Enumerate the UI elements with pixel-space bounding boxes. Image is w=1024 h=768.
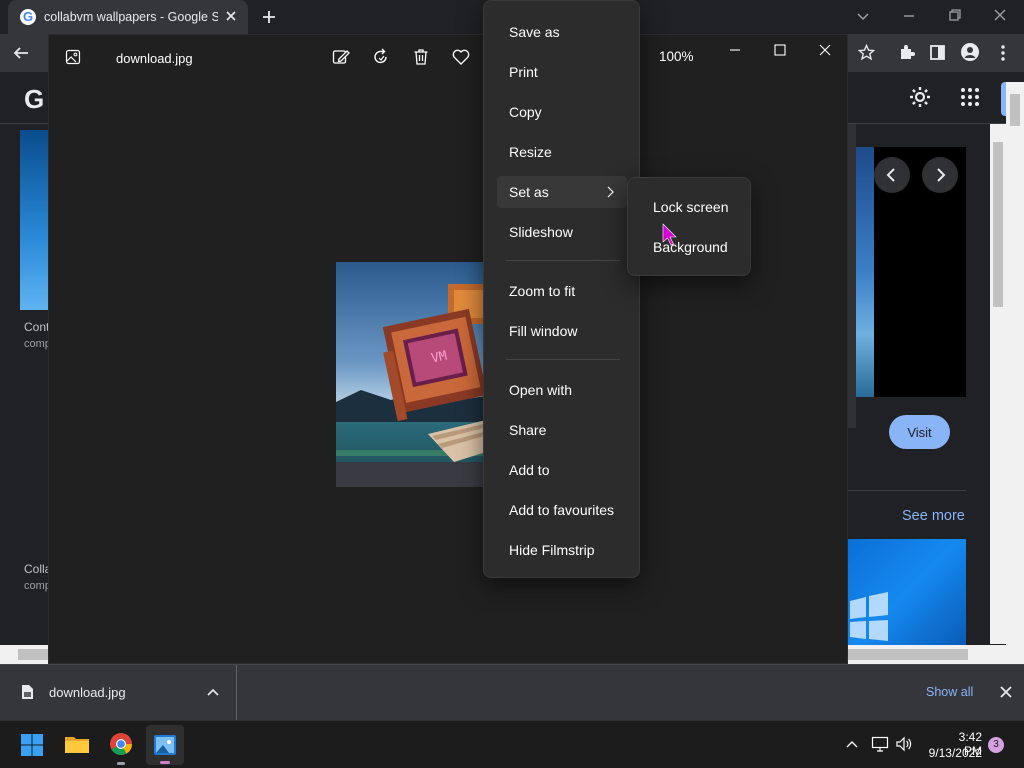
bookmark-star-icon[interactable]	[858, 44, 875, 61]
submenu-item-background[interactable]: Background	[632, 230, 746, 264]
network-icon[interactable]	[871, 736, 889, 752]
photos-taskbar-button[interactable]	[146, 725, 184, 765]
windows-taskbar: 3:42 PM 9/13/2022 3	[0, 720, 1024, 768]
tab-search-chevron-icon[interactable]	[856, 9, 870, 23]
scrollbar-thumb[interactable]	[1010, 94, 1020, 126]
file-icon	[21, 684, 34, 700]
menu-item-print[interactable]: Print	[497, 56, 627, 88]
set-as-submenu: Lock screen Background	[627, 177, 751, 276]
menu-item-hide-filmstrip[interactable]: Hide Filmstrip	[497, 534, 627, 566]
menu-item-slideshow[interactable]: Slideshow	[497, 216, 627, 248]
back-arrow-icon[interactable]	[12, 44, 30, 62]
chrome-app-icon[interactable]	[109, 732, 133, 756]
browser-restore-icon[interactable]	[948, 8, 962, 22]
menu-item-fill-window[interactable]: Fill window	[497, 315, 627, 347]
photos-app-icon	[65, 49, 81, 65]
photos-app-window: download.jpg 100% VM	[48, 34, 848, 664]
preview-image[interactable]	[856, 147, 874, 397]
menu-item-add-to-favourites[interactable]: Add to favourites	[497, 494, 627, 526]
side-panel-icon[interactable]	[929, 44, 946, 61]
show-hidden-icons-chevron-icon[interactable]	[845, 738, 859, 750]
menu-item-copy[interactable]: Copy	[497, 96, 627, 128]
preview-next-button[interactable]	[922, 157, 958, 193]
volume-speaker-icon[interactable]	[895, 736, 913, 752]
scrollbar-thumb[interactable]	[993, 142, 1003, 307]
close-downloads-icon[interactable]	[999, 685, 1013, 699]
browser-minimize-icon[interactable]	[902, 9, 916, 23]
mouse-cursor-icon	[662, 223, 678, 247]
photo-filename: download.jpg	[116, 51, 193, 66]
downloads-bar: download.jpg Show all	[0, 664, 1024, 720]
submenu-chevron-right-icon	[605, 186, 615, 198]
preview-panel-edge	[848, 124, 856, 428]
favourite-heart-icon[interactable]	[452, 49, 470, 65]
see-more-link[interactable]: See more	[902, 508, 965, 524]
submenu-item-lock-screen[interactable]: Lock screen	[632, 190, 746, 224]
windows-start-icon[interactable]	[20, 733, 44, 757]
notification-badge[interactable]: 3	[988, 737, 1004, 753]
photos-titlebar: download.jpg 100%	[49, 35, 847, 83]
zoom-level[interactable]: 100%	[659, 49, 694, 64]
photos-minimize-icon[interactable]	[728, 43, 742, 57]
chevron-up-icon[interactable]	[206, 686, 220, 698]
result-title[interactable]: Cont	[24, 320, 49, 334]
extensions-puzzle-icon[interactable]	[898, 44, 915, 61]
menu-item-add-to[interactable]: Add to	[497, 454, 627, 486]
show-all-downloads-link[interactable]: Show all	[926, 685, 973, 699]
photo-context-menu: Save as Print Copy Resize Set as Slidesh…	[483, 0, 640, 578]
download-item[interactable]: download.jpg	[0, 665, 237, 720]
file-explorer-icon[interactable]	[64, 733, 90, 755]
browser-tab-title: collabvm wallpapers - Google Se	[44, 10, 218, 24]
download-filename: download.jpg	[49, 685, 126, 700]
menu-item-set-as[interactable]: Set as	[497, 176, 627, 208]
menu-separator	[506, 359, 620, 360]
menu-item-save-as[interactable]: Save as	[497, 16, 627, 48]
photos-close-icon[interactable]	[818, 43, 832, 57]
new-tab-icon[interactable]	[261, 9, 277, 25]
menu-item-open-with[interactable]: Open with	[497, 374, 627, 406]
edit-image-icon[interactable]	[332, 48, 350, 66]
clock-date[interactable]: 9/13/2022	[922, 746, 982, 760]
rotate-icon[interactable]	[372, 48, 390, 66]
result-thumbnail[interactable]	[20, 130, 48, 310]
photos-app-taskbar-icon	[153, 733, 177, 757]
app-active-indicator	[160, 761, 170, 764]
menu-item-zoom-to-fit[interactable]: Zoom to fit	[497, 275, 627, 307]
google-favicon-icon: G	[20, 9, 36, 25]
profile-avatar-icon[interactable]	[961, 43, 979, 61]
displayed-photo[interactable]: VM	[336, 262, 486, 487]
google-logo-icon: G	[24, 84, 45, 114]
photos-maximize-icon[interactable]	[773, 43, 787, 57]
page-vertical-scrollbar[interactable]	[990, 124, 1006, 644]
tab-close-icon[interactable]	[224, 9, 238, 23]
related-image[interactable]	[848, 539, 966, 645]
menu-separator	[506, 260, 620, 261]
google-apps-grid-icon[interactable]	[960, 87, 980, 107]
outer-vertical-scrollbar[interactable]	[1006, 82, 1024, 664]
settings-gear-icon[interactable]	[908, 85, 932, 109]
menu-item-share[interactable]: Share	[497, 414, 627, 446]
divider	[848, 490, 966, 491]
result-source: comp	[24, 338, 51, 350]
browser-menu-kebab-icon[interactable]	[996, 44, 1010, 62]
app-running-indicator	[117, 762, 125, 765]
menu-item-resize[interactable]: Resize	[497, 136, 627, 168]
delete-trash-icon[interactable]	[412, 48, 430, 66]
preview-prev-button[interactable]	[874, 157, 910, 193]
result-source: comp	[24, 580, 51, 592]
browser-close-icon[interactable]	[993, 8, 1007, 22]
visit-button[interactable]: Visit	[889, 415, 950, 449]
